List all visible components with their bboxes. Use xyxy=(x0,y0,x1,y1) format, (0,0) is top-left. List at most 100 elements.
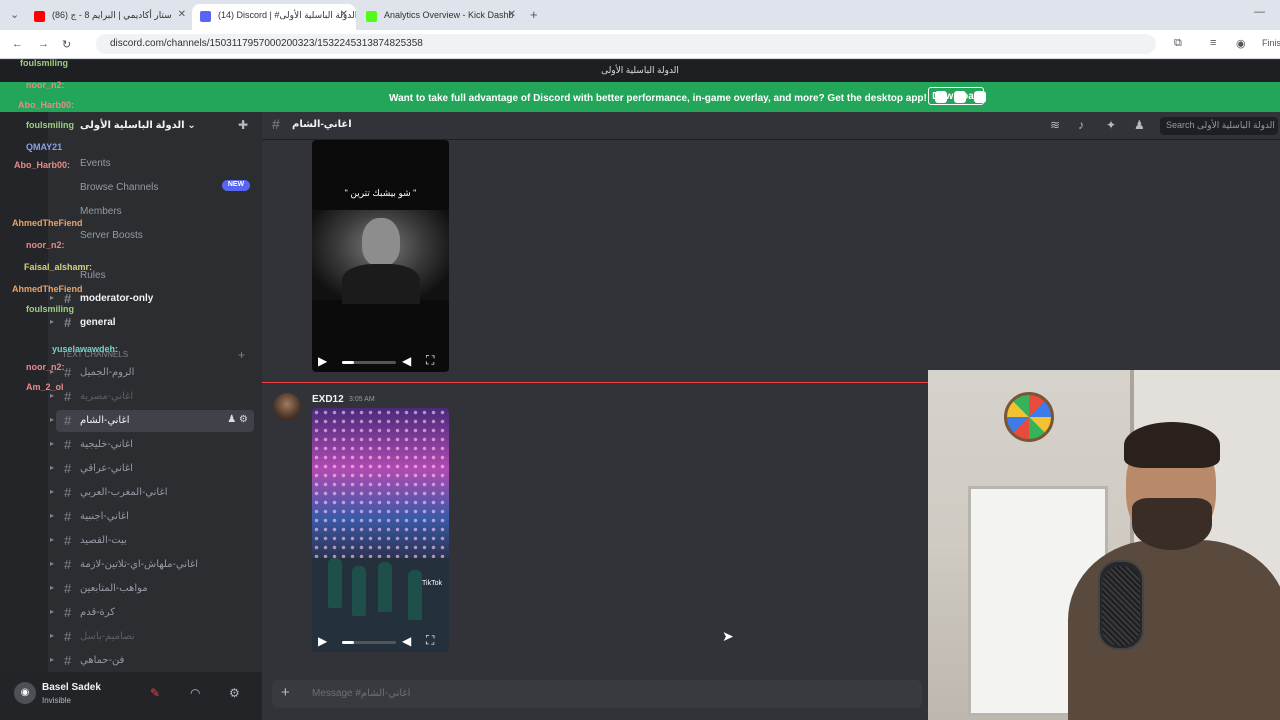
tiktok-watermark: TikTok xyxy=(422,580,442,587)
microphone xyxy=(1098,560,1144,650)
avatar[interactable]: ◉ xyxy=(14,682,36,704)
channel-item[interactable]: ▸ # بيت-القصيد xyxy=(50,530,254,552)
video-progress-bar[interactable] xyxy=(342,361,396,364)
video-attachment[interactable]: " شو بيشبك تترين " ▶ ◀ ⛶ xyxy=(312,140,449,372)
overlay-chat-username: QMAY21 xyxy=(26,142,63,152)
video-attachment[interactable]: TikTok ▶ ◀ ⛶ xyxy=(312,408,449,652)
expand-arrow-icon[interactable]: ▸ xyxy=(50,487,54,496)
channel-label: اغاني-اجنبية xyxy=(80,511,129,522)
create-channel-icon[interactable]: + xyxy=(238,348,245,362)
add-friend-icon[interactable]: ✚ xyxy=(238,118,248,132)
gear-icon[interactable]: ⚙ xyxy=(229,686,240,700)
video-progress-bar[interactable] xyxy=(342,641,396,644)
close-icon[interactable]: ✕ xyxy=(178,9,186,20)
headphones-icon[interactable]: ◠ xyxy=(190,686,200,700)
browser-tab-discord[interactable]: (14) Discord | #اغاني-الشام | الدولة الب… xyxy=(192,4,356,30)
new-tab-icon[interactable]: + xyxy=(530,7,538,22)
webcam-overlay xyxy=(928,370,1280,720)
profile-icon[interactable]: ◉ xyxy=(1236,37,1246,50)
expand-arrow-icon[interactable]: ▸ xyxy=(50,655,54,664)
channel-hash-icon: # xyxy=(64,581,72,596)
message-input[interactable]: Message #اغاني-الشام xyxy=(272,680,922,708)
channel-label: اغاني-مصرية xyxy=(80,391,134,402)
nav-server-boosts[interactable]: Server Boosts xyxy=(62,226,258,246)
nav-events[interactable]: Events xyxy=(62,154,258,174)
channel-item[interactable]: ▸ # اغاني-ملهاش-اي-تلاتين-لازمة xyxy=(50,554,254,576)
channel-item[interactable]: ▸ # general xyxy=(50,312,254,334)
mute-mic-icon[interactable]: ✎ xyxy=(150,686,160,700)
bell-icon[interactable]: ♪ xyxy=(1078,118,1084,132)
minimize-icon[interactable]: — xyxy=(1254,6,1265,18)
mouse-cursor-icon: ➤ xyxy=(722,628,734,644)
threads-icon[interactable]: ≋ xyxy=(1050,118,1060,132)
nav-label: Browse Channels xyxy=(80,182,159,193)
play-icon[interactable]: ▶ xyxy=(318,354,327,368)
expand-arrow-icon[interactable]: ▸ xyxy=(50,559,54,568)
fullscreen-icon[interactable]: ⛶ xyxy=(426,353,434,368)
overlay-chat-username: foulsmiling xyxy=(26,304,74,314)
finish-update-button[interactable]: Finis xyxy=(1262,38,1280,48)
url-field[interactable]: discord.com/channels/1503117957000200323… xyxy=(96,34,1156,54)
video-person xyxy=(352,566,366,616)
server-header[interactable]: الدولة الباسلية الأولى ⌄ xyxy=(62,112,258,140)
media-icon[interactable]: ≡ xyxy=(1210,37,1216,49)
attach-plus-icon[interactable]: + xyxy=(281,684,290,701)
server-list xyxy=(0,112,48,672)
channel-label: فن-حماهي xyxy=(80,655,125,666)
expand-arrow-icon[interactable]: ▸ xyxy=(50,439,54,448)
expand-arrow-icon[interactable]: ▸ xyxy=(50,415,54,424)
member-list-icon[interactable]: ♟ xyxy=(1134,118,1145,132)
back-icon[interactable]: ← xyxy=(12,38,23,50)
channel-item[interactable]: ▸ # الروم-الجميل xyxy=(50,362,254,384)
close-icon[interactable]: ✕ xyxy=(508,9,516,20)
channel-item[interactable]: ▸ # اغاني-عراقي xyxy=(50,458,254,480)
pin-icon[interactable]: ✦ xyxy=(1106,118,1116,132)
extensions-icon[interactable]: ⧉ xyxy=(1174,37,1182,50)
browser-tab-youtube[interactable]: (86) ستار أكاديمي | البرايم 8 - ج ✕ xyxy=(26,4,194,30)
expand-arrow-icon[interactable]: ▸ xyxy=(50,607,54,616)
expand-arrow-icon[interactable]: ▸ xyxy=(50,463,54,472)
expand-arrow-icon[interactable]: ▸ xyxy=(50,317,54,326)
nav-members[interactable]: Members xyxy=(62,202,258,222)
overlay-chat-username: Am_2_ol xyxy=(26,382,64,392)
youtube-icon xyxy=(34,11,45,22)
reload-icon[interactable]: ↻ xyxy=(62,38,71,51)
fullscreen-icon[interactable]: ⛶ xyxy=(426,633,434,648)
channel-item[interactable]: ▸ # كرة-قدم xyxy=(50,602,254,624)
play-icon[interactable]: ▶ xyxy=(318,634,327,648)
download-button[interactable]: Download xyxy=(928,87,984,105)
channel-settings-icon[interactable]: ♟ ⚙ xyxy=(227,414,248,425)
expand-arrow-icon[interactable]: ▸ xyxy=(50,535,54,544)
channel-item[interactable]: ▸ # فن-حماهي xyxy=(50,650,254,672)
expand-arrow-icon[interactable]: ▸ xyxy=(50,511,54,520)
forward-icon[interactable]: → xyxy=(38,38,49,50)
close-icon[interactable]: ✕ xyxy=(340,9,348,20)
tab-search-icon[interactable]: ⌄ xyxy=(10,8,19,21)
volume-icon[interactable]: ◀ xyxy=(402,634,411,648)
channel-item[interactable]: ▸ # مواهب-المتابعين xyxy=(50,578,254,600)
channel-item[interactable]: ▸ # اغاني-مصرية xyxy=(50,386,254,408)
channel-item[interactable]: ▸ # اغاني-اجنبية xyxy=(50,506,254,528)
channel-item[interactable]: ▸ # اغاني-الشام ♟ ⚙ xyxy=(50,410,254,432)
channel-item[interactable]: ▸ # اغاني-المغرب-العربي xyxy=(50,482,254,504)
expand-arrow-icon[interactable]: ▸ xyxy=(50,583,54,592)
overlay-chat-username: foulsmiling xyxy=(20,58,68,68)
channel-item[interactable]: ▸ # moderator-only xyxy=(50,288,254,310)
message-author[interactable]: EXD12 xyxy=(312,394,344,405)
kick-icon xyxy=(366,11,377,22)
channel-item[interactable]: ▸ # اغاني-خليجية xyxy=(50,434,254,456)
username[interactable]: Basel Sadek xyxy=(42,682,101,693)
overlay-chat-username: AhmedTheFiend xyxy=(12,218,83,228)
browser-tab-kick[interactable]: Analytics Overview - Kick Dashb ✕ xyxy=(358,4,524,30)
message-avatar[interactable] xyxy=(273,393,301,421)
expand-arrow-icon[interactable]: ▸ xyxy=(50,631,54,640)
volume-icon[interactable]: ◀ xyxy=(402,354,411,368)
expand-arrow-icon[interactable]: ▸ xyxy=(50,293,54,302)
expand-arrow-icon[interactable]: ▸ xyxy=(50,391,54,400)
channel-item[interactable]: ▸ # تصاميم-باسل xyxy=(50,626,254,648)
streamer-beard xyxy=(1132,498,1212,550)
channel-hash-icon: # xyxy=(64,509,72,524)
video-controls: ▶ ◀ ⛶ xyxy=(312,632,449,652)
streamer-hair xyxy=(1124,422,1220,468)
search-input[interactable]: Search الدولة الباسلية الأولى xyxy=(1160,117,1278,135)
